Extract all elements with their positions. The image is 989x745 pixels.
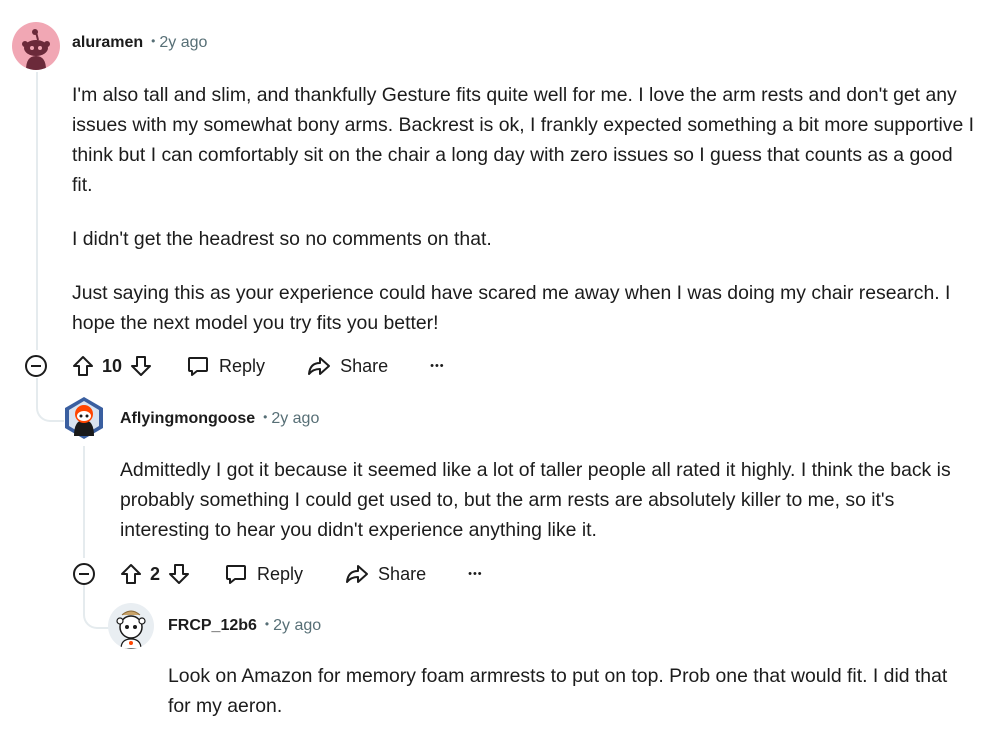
upvote-icon xyxy=(73,356,93,376)
comment-body: I'm also tall and slim, and thankfully G… xyxy=(72,80,977,362)
snoo-avatar-icon xyxy=(22,29,50,70)
share-label: Share xyxy=(378,563,427,584)
thread-connector-1 xyxy=(36,378,64,422)
avatar-frcp-12b6[interactable] xyxy=(108,603,154,649)
comment-meta: Aflyingmongoose • 2y ago xyxy=(120,410,319,428)
reply-button[interactable]: Reply xyxy=(224,562,303,586)
author-name[interactable]: aluramen xyxy=(72,34,143,52)
share-button[interactable]: Share xyxy=(307,354,388,378)
snoo-hexagon-avatar-icon xyxy=(65,397,103,439)
vote-count: 10 xyxy=(102,355,123,376)
share-button[interactable]: Share xyxy=(345,562,426,586)
comment-body: Admittedly I got it because it seemed li… xyxy=(120,455,980,569)
reply-icon xyxy=(226,565,247,584)
more-options-button[interactable]: ••• xyxy=(430,360,445,372)
downvote-button[interactable] xyxy=(168,563,190,585)
share-icon xyxy=(346,565,369,583)
collapse-icon xyxy=(31,365,41,367)
comment-actions: 10 Reply Share ••• xyxy=(72,350,445,382)
avatar-aflyingmongoose[interactable] xyxy=(62,396,106,440)
timestamp[interactable]: 2y ago xyxy=(159,34,207,52)
reply-icon xyxy=(188,357,209,376)
comment-paragraph: I didn't get the headrest so no comments… xyxy=(72,228,492,250)
downvote-icon xyxy=(169,564,190,584)
downvote-button[interactable] xyxy=(130,355,152,377)
more-options-icon: ••• xyxy=(468,568,483,580)
comment-body: Look on Amazon for memory foam armrests … xyxy=(168,661,968,745)
thread-line-2[interactable] xyxy=(83,446,85,558)
vote-count: 2 xyxy=(150,563,161,584)
comment-meta: FRCP_12b6 • 2y ago xyxy=(168,617,321,635)
reply-label: Reply xyxy=(257,563,304,584)
share-label: Share xyxy=(340,355,389,376)
collapse-thread-button[interactable] xyxy=(73,563,95,585)
comment-paragraph: Look on Amazon for memory foam armrests … xyxy=(168,665,948,717)
collapse-thread-button[interactable] xyxy=(25,355,47,377)
thread-line-1[interactable] xyxy=(36,72,38,350)
author-name[interactable]: FRCP_12b6 xyxy=(168,617,257,635)
upvote-button[interactable] xyxy=(72,355,94,377)
collapse-icon xyxy=(79,573,89,575)
comment-paragraph: Just saying this as your experience coul… xyxy=(72,282,951,334)
timestamp[interactable]: 2y ago xyxy=(271,410,319,428)
thread-connector-2 xyxy=(83,585,111,629)
comment-meta: aluramen • 2y ago xyxy=(72,34,207,52)
meta-separator: • xyxy=(264,617,270,631)
avatar-aluramen[interactable] xyxy=(12,22,60,70)
snoo-avatar-icon xyxy=(116,610,146,649)
more-options-icon: ••• xyxy=(430,360,445,372)
more-options-button[interactable]: ••• xyxy=(468,568,483,580)
downvote-icon xyxy=(131,356,152,376)
comment-paragraph: Admittedly I got it because it seemed li… xyxy=(120,459,951,541)
reply-label: Reply xyxy=(219,355,266,376)
meta-separator: • xyxy=(263,410,268,424)
comment-actions: 2 Reply Share ••• xyxy=(120,558,483,590)
meta-separator: • xyxy=(151,34,156,48)
comment-paragraph: I'm also tall and slim, and thankfully G… xyxy=(72,84,975,196)
timestamp[interactable]: 2y ago xyxy=(273,617,321,635)
reply-button[interactable]: Reply xyxy=(186,354,265,378)
share-icon xyxy=(308,357,331,375)
upvote-icon xyxy=(121,564,141,584)
upvote-button[interactable] xyxy=(120,563,142,585)
author-name[interactable]: Aflyingmongoose xyxy=(120,410,255,428)
